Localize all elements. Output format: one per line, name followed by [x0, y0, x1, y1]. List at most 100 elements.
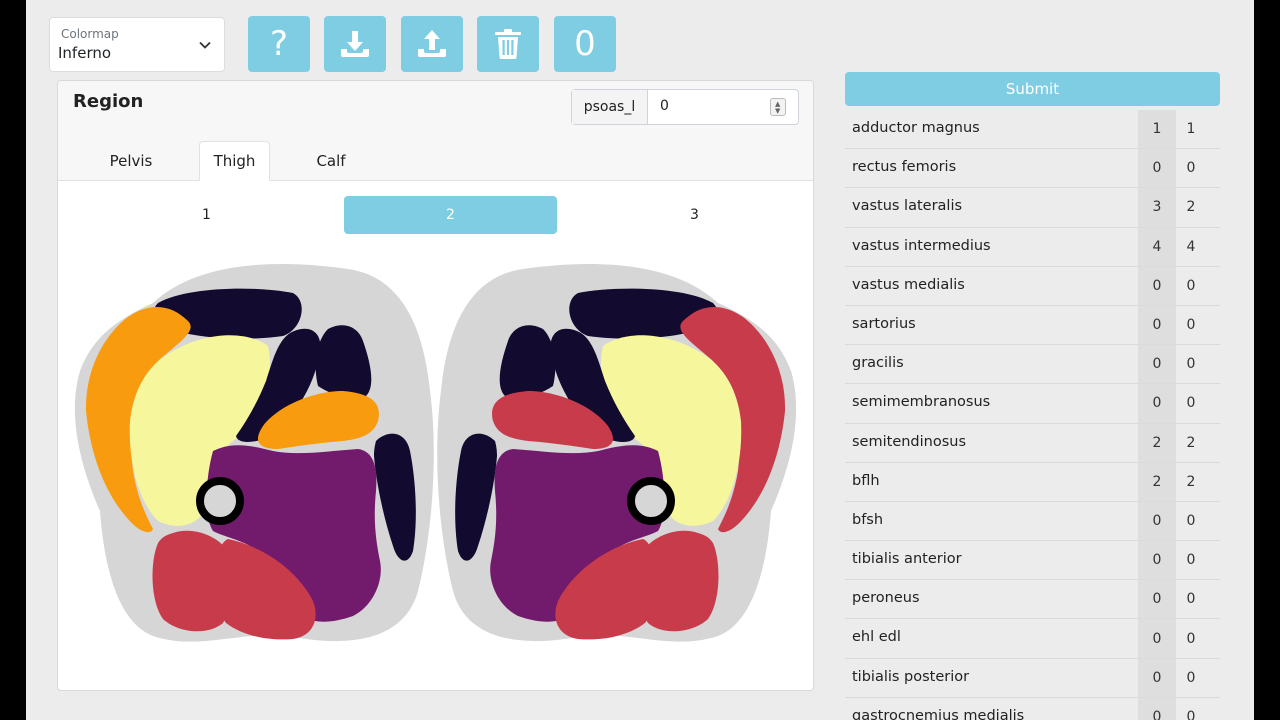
table-row: gracilis 0 0	[845, 345, 1220, 385]
score-right-cell[interactable]: 0	[1180, 345, 1202, 383]
table-row: sartorius 0 0	[845, 305, 1220, 346]
muscle-name: gastrocnemius medialis	[852, 707, 1025, 720]
muscle-name: semimembranosus	[852, 394, 991, 411]
score-right-cell[interactable]: 0	[1180, 502, 1202, 540]
psoas-input[interactable]: 0	[660, 98, 669, 114]
colormap-select[interactable]: Colormap Inferno	[49, 17, 225, 72]
help-button[interactable]: ?	[248, 16, 310, 72]
score-left-cell[interactable]: 0	[1138, 541, 1176, 580]
score-left-cell[interactable]: 0	[1138, 384, 1176, 423]
region-card-header: Region psoas_l 0 ▲ ▼ Pelvis Thigh Calf	[58, 81, 813, 181]
score-left-cell[interactable]: 0	[1138, 149, 1176, 188]
psoas-stepper[interactable]: ▲ ▼	[770, 98, 786, 116]
score-right-cell[interactable]: 0	[1180, 698, 1202, 720]
download-button[interactable]	[324, 16, 386, 72]
score-left-cell[interactable]: 0	[1138, 658, 1176, 697]
score-right-cell[interactable]: 0	[1180, 149, 1202, 187]
muscle-name: ehl edl	[852, 629, 901, 646]
region-card: Region psoas_l 0 ▲ ▼ Pelvis Thigh Calf 1…	[57, 80, 814, 691]
score-right-cell[interactable]: 2	[1180, 463, 1202, 501]
score-right-cell[interactable]: 0	[1180, 619, 1202, 657]
score-left-cell[interactable]: 1	[1138, 110, 1176, 149]
score-left-cell[interactable]: 0	[1138, 501, 1176, 541]
muscle-name: gracilis	[852, 355, 904, 372]
score-left-cell[interactable]: 2	[1138, 462, 1176, 501]
zero-icon: 0	[574, 24, 596, 64]
stepper-down-icon: ▼	[775, 107, 781, 115]
left-thigh	[74, 263, 434, 642]
score-right-cell[interactable]: 1	[1180, 110, 1202, 148]
score-right-cell[interactable]: 0	[1180, 659, 1202, 697]
subtab-1[interactable]: 1	[100, 196, 313, 234]
reset-zero-button[interactable]: 0	[554, 16, 616, 72]
muscle-name: peroneus	[852, 590, 920, 607]
thigh-cross-section	[74, 263, 797, 642]
muscle-name: tibialis anterior	[852, 551, 962, 568]
scores-table: adductor magnus 1 1 rectus femoris 0 0 vastus …	[845, 110, 1220, 720]
score-right-cell[interactable]: 0	[1180, 267, 1202, 305]
psoas-label: psoas_l	[572, 90, 648, 124]
delete-button[interactable]	[477, 16, 539, 72]
help-icon: ?	[269, 24, 289, 64]
muscle-name: vastus medialis	[852, 276, 965, 293]
muscle-name: tibialis posterior	[852, 668, 970, 685]
table-row: peroneus 0 0	[845, 580, 1220, 620]
score-left-cell[interactable]: 4	[1138, 227, 1176, 266]
score-right-cell[interactable]: 4	[1180, 228, 1202, 266]
table-row: adductor magnus 1 1	[845, 110, 1220, 150]
table-row: vastus medialis 0 0	[845, 266, 1220, 306]
tab-calf[interactable]: Calf	[302, 141, 360, 181]
table-row: bflh 2 2	[845, 462, 1220, 502]
score-left-cell[interactable]: 0	[1138, 697, 1176, 720]
upload-button[interactable]	[401, 16, 463, 72]
score-right-cell[interactable]: 0	[1180, 384, 1202, 422]
score-left-cell[interactable]: 0	[1138, 580, 1176, 619]
femur-left	[196, 477, 244, 525]
table-row: tibialis anterior 0 0	[845, 541, 1220, 581]
table-row: bfsh 0 0	[845, 501, 1220, 542]
download-icon	[341, 31, 369, 57]
score-right-cell[interactable]: 0	[1180, 306, 1202, 344]
score-right-cell[interactable]: 0	[1180, 541, 1202, 579]
muscle-name: sartorius	[852, 315, 916, 332]
muscle-name: adductor magnus	[852, 120, 980, 136]
subtab-3[interactable]: 3	[588, 196, 801, 234]
table-row: vastus intermedius 4 4	[845, 227, 1220, 267]
chevron-down-icon	[199, 41, 211, 49]
tab-thigh[interactable]: Thigh	[199, 141, 270, 181]
psoas-field[interactable]: psoas_l 0 ▲ ▼	[571, 89, 799, 125]
upload-icon	[418, 30, 446, 57]
table-row: semimembranosus 0 0	[845, 384, 1220, 424]
region-title: Region	[73, 91, 144, 112]
score-right-cell[interactable]: 2	[1180, 188, 1202, 226]
table-row: semitendinosus 2 2	[845, 423, 1220, 463]
score-left-cell[interactable]: 3	[1138, 188, 1176, 227]
colormap-label: Colormap	[61, 27, 119, 41]
score-right-cell[interactable]: 0	[1180, 580, 1202, 618]
score-left-cell[interactable]: 2	[1138, 423, 1176, 462]
table-row: vastus lateralis 3 2	[845, 188, 1220, 228]
table-row: gastrocnemius medialis 0 0	[845, 697, 1220, 720]
table-row: ehl edl 0 0	[845, 619, 1220, 659]
trash-icon	[495, 29, 521, 59]
muscle-name: rectus femoris	[852, 159, 957, 176]
score-left-cell[interactable]: 0	[1138, 345, 1176, 384]
score-left-cell[interactable]: 0	[1138, 305, 1176, 345]
muscle-name: bfsh	[852, 511, 884, 528]
table-row: tibialis posterior 0 0	[845, 658, 1220, 698]
subtab-2[interactable]: 2	[344, 196, 557, 234]
muscle-name: vastus intermedius	[852, 237, 991, 254]
score-left-cell[interactable]: 0	[1138, 266, 1176, 305]
right-thigh	[437, 263, 797, 642]
muscle-name: vastus lateralis	[852, 198, 963, 215]
app-window: Colormap Inferno ? 0 Region psoas_l 0 ▲ …	[26, 0, 1254, 720]
tab-pelvis[interactable]: Pelvis	[98, 141, 164, 181]
score-right-cell[interactable]: 2	[1180, 424, 1202, 462]
table-row: rectus femoris 0 0	[845, 149, 1220, 189]
submit-button[interactable]: Submit	[845, 72, 1220, 106]
score-left-cell[interactable]: 0	[1138, 619, 1176, 658]
muscle-name: bflh	[852, 472, 880, 489]
colormap-value: Inferno	[58, 44, 112, 62]
muscle-name: semitendinosus	[852, 433, 967, 450]
femur-right	[627, 477, 675, 525]
